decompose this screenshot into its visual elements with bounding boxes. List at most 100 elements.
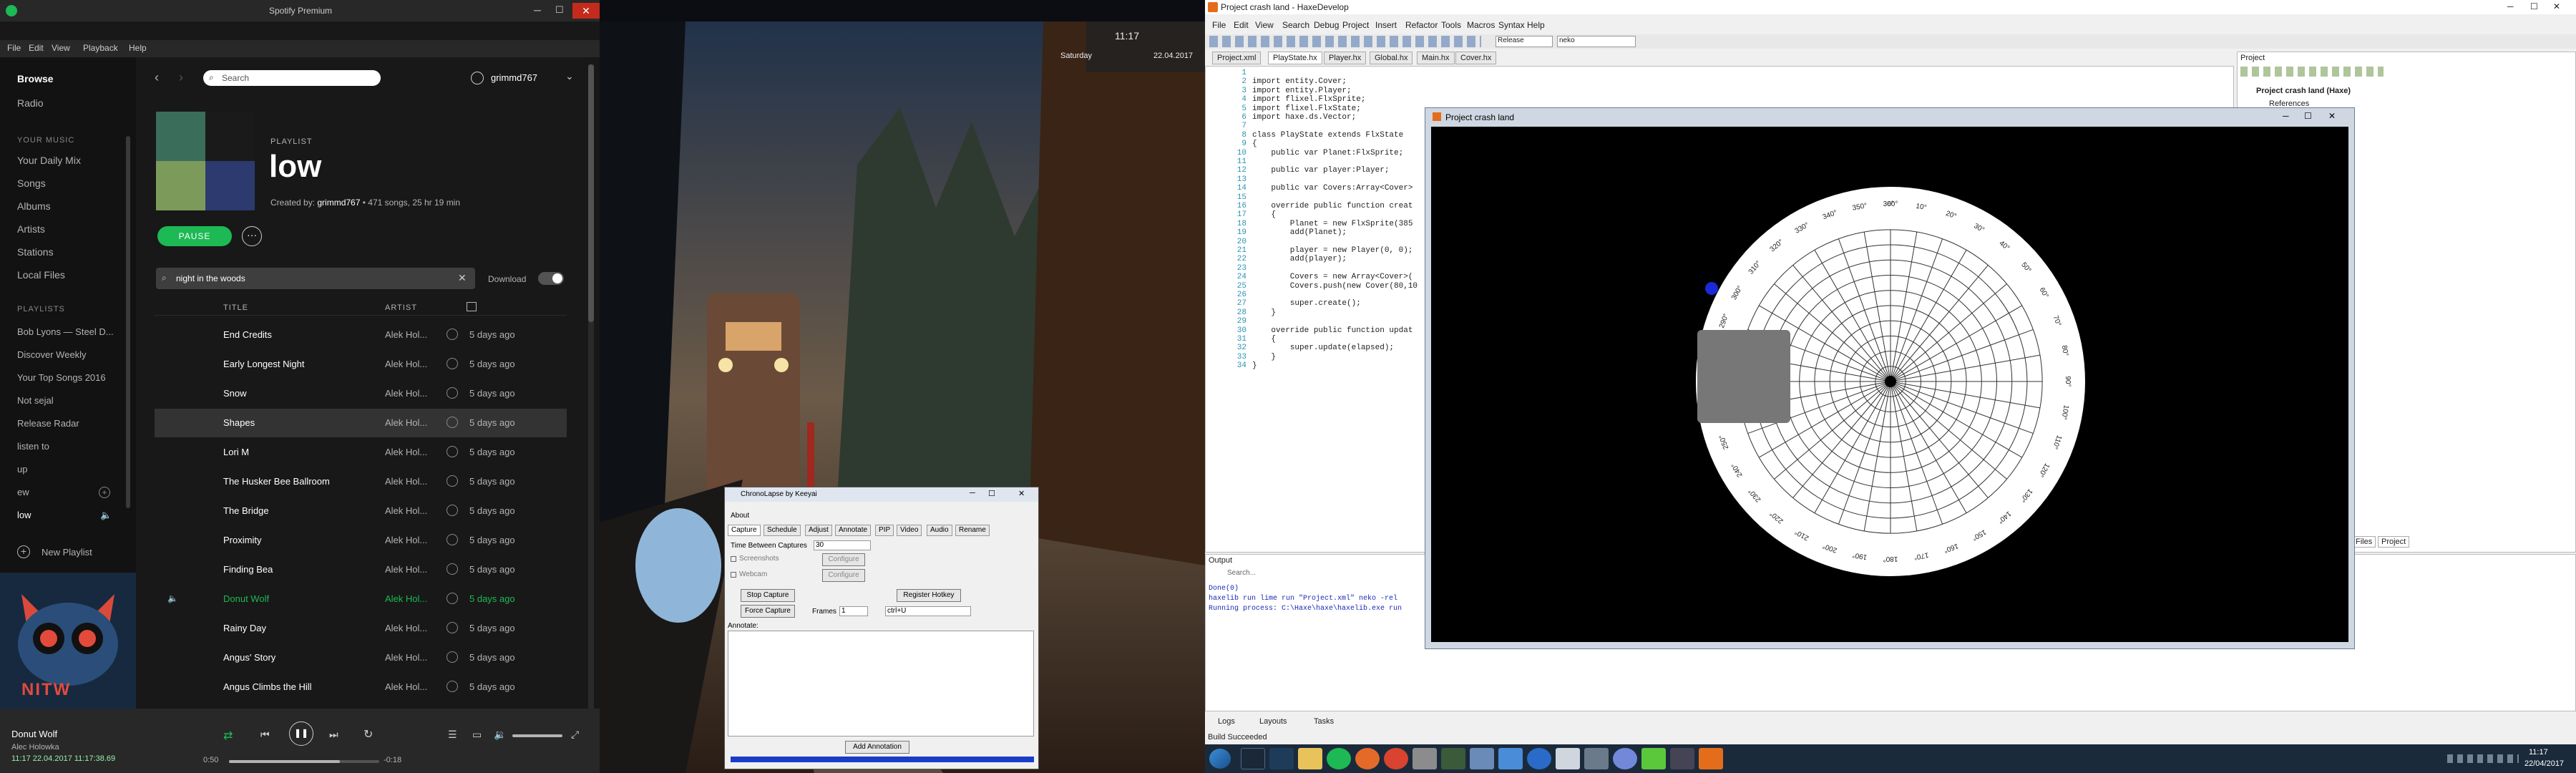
track-artist[interactable]: Alek Hol... — [385, 447, 427, 457]
editor-tab[interactable]: Project.xml — [1212, 52, 1262, 64]
add-to-playlist-icon[interactable] — [447, 475, 458, 487]
track-title[interactable]: Finding Bea — [223, 564, 273, 575]
force-capture-button[interactable]: Force Capture — [741, 605, 795, 618]
platform-select[interactable]: neko — [1557, 36, 1636, 47]
document-icon[interactable] — [1556, 748, 1580, 769]
firefox-icon[interactable] — [1355, 748, 1380, 769]
taskbar-date[interactable]: 22/04/2017 — [2524, 759, 2564, 768]
track-title[interactable]: Proximity — [223, 535, 261, 545]
code-line[interactable]: override public function updat — [1252, 326, 1413, 335]
column-title[interactable]: TITLE — [223, 303, 248, 312]
nav-daily-mix[interactable]: Your Daily Mix — [17, 155, 81, 166]
tab-rename[interactable]: Rename — [955, 525, 990, 536]
code-line[interactable]: public var player:Player; — [1252, 166, 1389, 175]
track-title[interactable]: Rainy Day — [223, 623, 266, 633]
filter-box[interactable]: ⌕ night in the woods ✕ — [156, 268, 475, 289]
clock-app-icon[interactable] — [1527, 748, 1551, 769]
menu-refactor[interactable]: Refactor — [1405, 20, 1438, 30]
project-toolbar[interactable] — [2240, 67, 2384, 77]
logs-tab[interactable]: Logs — [1218, 717, 1235, 726]
editor-tab[interactable]: Main.hx — [1417, 52, 1455, 64]
terminal-icon[interactable] — [1441, 748, 1465, 769]
project-root[interactable]: Project crash land (Haxe) — [2256, 87, 2351, 95]
track-row[interactable]: Proximity Alek Hol... 5 days ago — [155, 526, 567, 555]
add-icon[interactable]: + — [99, 487, 110, 498]
track-title[interactable]: Snow — [223, 388, 247, 399]
steam-icon[interactable] — [1241, 748, 1265, 769]
back-arrow-icon[interactable]: ‹ — [155, 70, 159, 85]
add-to-playlist-icon[interactable] — [447, 329, 458, 340]
menu-insert[interactable]: Insert — [1375, 20, 1397, 30]
code-line[interactable]: } — [1252, 353, 1276, 361]
config-select[interactable]: Release — [1496, 36, 1553, 47]
close-button[interactable]: ✕ — [2328, 111, 2336, 121]
code-line[interactable]: add(player); — [1252, 255, 1347, 263]
minimize-button[interactable]: ─ — [970, 489, 975, 497]
toolbar-icons[interactable] — [1209, 36, 1481, 47]
track-artist[interactable]: Alek Hol... — [385, 623, 427, 633]
now-playing-title[interactable]: Donut Wolf — [11, 729, 57, 739]
track-artist[interactable]: Alek Hol... — [385, 417, 427, 428]
main-scrollbar[interactable] — [588, 64, 594, 709]
add-to-playlist-icon[interactable] — [447, 446, 458, 457]
layouts-tab[interactable]: Layouts — [1259, 717, 1287, 726]
devices-icon[interactable]: ▭ — [472, 729, 482, 741]
track-title[interactable]: Angus' Story — [223, 652, 275, 663]
code-line[interactable]: { — [1252, 335, 1276, 344]
username[interactable]: grimmd767 — [491, 72, 537, 83]
track-title[interactable]: End Credits — [223, 329, 272, 340]
notes-icon[interactable] — [1470, 748, 1494, 769]
track-artist[interactable]: Alek Hol... — [385, 535, 427, 545]
chrono-about-menu[interactable]: About — [731, 512, 749, 520]
track-title[interactable]: Donut Wolf — [223, 593, 269, 604]
volume-slider[interactable] — [512, 734, 562, 737]
code-line[interactable]: import haxe.ds.Vector; — [1252, 113, 1356, 122]
progress-track[interactable] — [229, 760, 379, 763]
close-button[interactable]: ✕ — [1018, 489, 1025, 498]
add-to-playlist-icon[interactable] — [447, 563, 458, 575]
track-row[interactable]: 🔈 Donut Wolf Alek Hol... 5 days ago — [155, 585, 567, 613]
track-artist[interactable]: Alek Hol... — [385, 329, 427, 340]
stop-capture-button[interactable]: Stop Capture — [741, 589, 795, 602]
column-artist[interactable]: ARTIST — [385, 303, 417, 312]
nav-stations[interactable]: Stations — [17, 246, 54, 258]
close-button[interactable]: ✕ — [572, 3, 600, 19]
menu-search[interactable]: Search — [1282, 20, 1309, 30]
filter-input[interactable]: night in the woods — [176, 273, 245, 283]
tab-capture[interactable]: Capture — [728, 525, 761, 536]
code-line[interactable]: { — [1252, 210, 1276, 219]
track-title[interactable]: Lori M — [223, 447, 249, 457]
annotate-textarea[interactable] — [728, 631, 1034, 736]
track-row[interactable]: Angus Climbs the Hill Alek Hol... 5 days a… — [155, 673, 567, 701]
tab-video[interactable]: Video — [897, 525, 922, 536]
menu-help[interactable]: Help — [1527, 20, 1545, 30]
add-to-playlist-icon[interactable] — [447, 593, 458, 604]
playlist-owner[interactable]: grimmd767 — [317, 198, 360, 208]
minimize-button[interactable]: ─ — [2507, 1, 2514, 11]
playlist-item[interactable]: listen to — [17, 441, 49, 452]
now-playing-artist[interactable]: Alec Holowka — [11, 743, 59, 752]
menu-edit[interactable]: Edit — [29, 43, 44, 53]
add-to-playlist-icon[interactable] — [447, 417, 458, 428]
track-row[interactable]: Lori M Alek Hol... 5 days ago — [155, 438, 567, 467]
register-hotkey-button[interactable]: Register Hotkey — [897, 589, 961, 602]
search-box[interactable]: ⌕ Search — [203, 70, 381, 86]
track-title[interactable]: Shapes — [223, 417, 255, 428]
track-artist[interactable]: Alek Hol... — [385, 681, 427, 692]
nav-songs[interactable]: Songs — [17, 178, 46, 189]
drive-icon[interactable] — [1498, 748, 1523, 769]
track-title[interactable]: The Husker Bee Ballroom — [223, 476, 330, 487]
tab-adjust[interactable]: Adjust — [805, 525, 832, 536]
volume-icon[interactable]: 🔉 — [494, 729, 506, 741]
spotify-icon[interactable] — [1327, 748, 1351, 769]
pause-button[interactable]: PAUSE — [157, 226, 232, 246]
add-to-playlist-icon[interactable] — [447, 534, 458, 545]
editor-tab[interactable]: Global.hx — [1370, 52, 1413, 64]
track-artist[interactable]: Alek Hol... — [385, 652, 427, 663]
code-line[interactable]: import entity.Cover; — [1252, 77, 1347, 86]
tab-schedule[interactable]: Schedule — [763, 525, 801, 536]
code-line[interactable]: public var Planet:FlxSprite; — [1252, 149, 1403, 157]
folder-icon[interactable] — [1298, 748, 1322, 769]
game-canvas[interactable]: 0° 10° 20° 30° 40° 50° 60° 70° 80° 90° 100° 110° 120… — [1431, 127, 2348, 642]
user-avatar-icon[interactable] — [471, 72, 484, 84]
